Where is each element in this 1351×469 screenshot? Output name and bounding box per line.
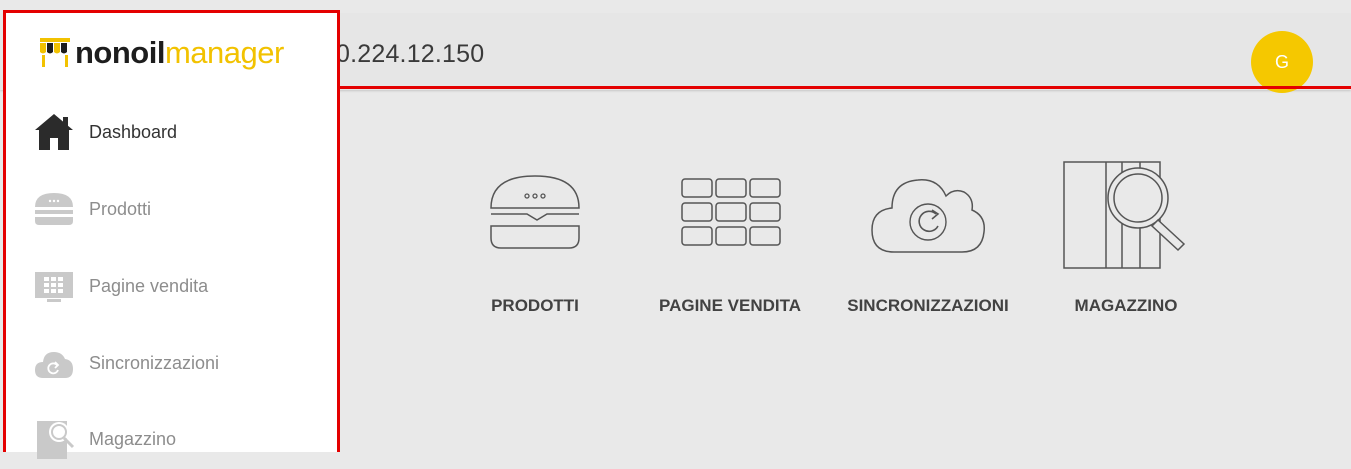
sidebar-item-label: Pagine vendita xyxy=(89,275,209,296)
burger-icon xyxy=(490,175,580,249)
sidebar-item-sincronizzazioni[interactable]: Sincronizzazioni xyxy=(6,333,337,393)
grid-icon xyxy=(33,266,75,306)
sidebar-item-pagine-vendita[interactable]: Pagine vendita xyxy=(6,256,337,316)
sidebar-item-label: Magazzino xyxy=(89,428,177,449)
sidebar-item-magazzino[interactable]: Magazzino xyxy=(6,409,337,469)
home-icon xyxy=(33,112,75,152)
tile-label-sincronizzazioni: SINCRONIZZAZIONI xyxy=(847,296,1009,315)
cloud-sync-icon xyxy=(33,343,75,383)
warehouse-search-icon xyxy=(1063,161,1186,269)
sidebar-item-prodotti[interactable]: Prodotti xyxy=(6,179,337,239)
tile-label-prodotti: PRODOTTI xyxy=(491,296,579,315)
sidebar-item-label: Prodotti xyxy=(89,198,152,219)
sidebar-item-label: Sincronizzazioni xyxy=(89,352,220,373)
server-address: 0.224.12.150 xyxy=(336,40,485,68)
logo-text-manager: manager xyxy=(164,35,284,70)
logo-text-nonoil: nonoil xyxy=(75,35,165,70)
sidebar-item-dashboard[interactable]: Dashboard xyxy=(6,102,337,162)
cloud-sync-icon xyxy=(871,179,985,253)
tile-label-pagine-vendita: PAGINE VENDITA xyxy=(659,296,801,315)
tile-label-magazzino: MAGAZZINO xyxy=(1074,296,1178,315)
app-logo: nonoil manager xyxy=(38,33,284,73)
sidebar: nonoil manager Dashboard Prodotti Pagine… xyxy=(3,10,340,459)
sidebar-item-label: Dashboard xyxy=(89,121,178,142)
warehouse-search-icon xyxy=(33,419,75,459)
grid-icon xyxy=(681,178,781,246)
burger-icon xyxy=(33,189,75,229)
user-avatar[interactable]: G xyxy=(1251,31,1313,93)
shop-awning-icon xyxy=(40,38,70,67)
